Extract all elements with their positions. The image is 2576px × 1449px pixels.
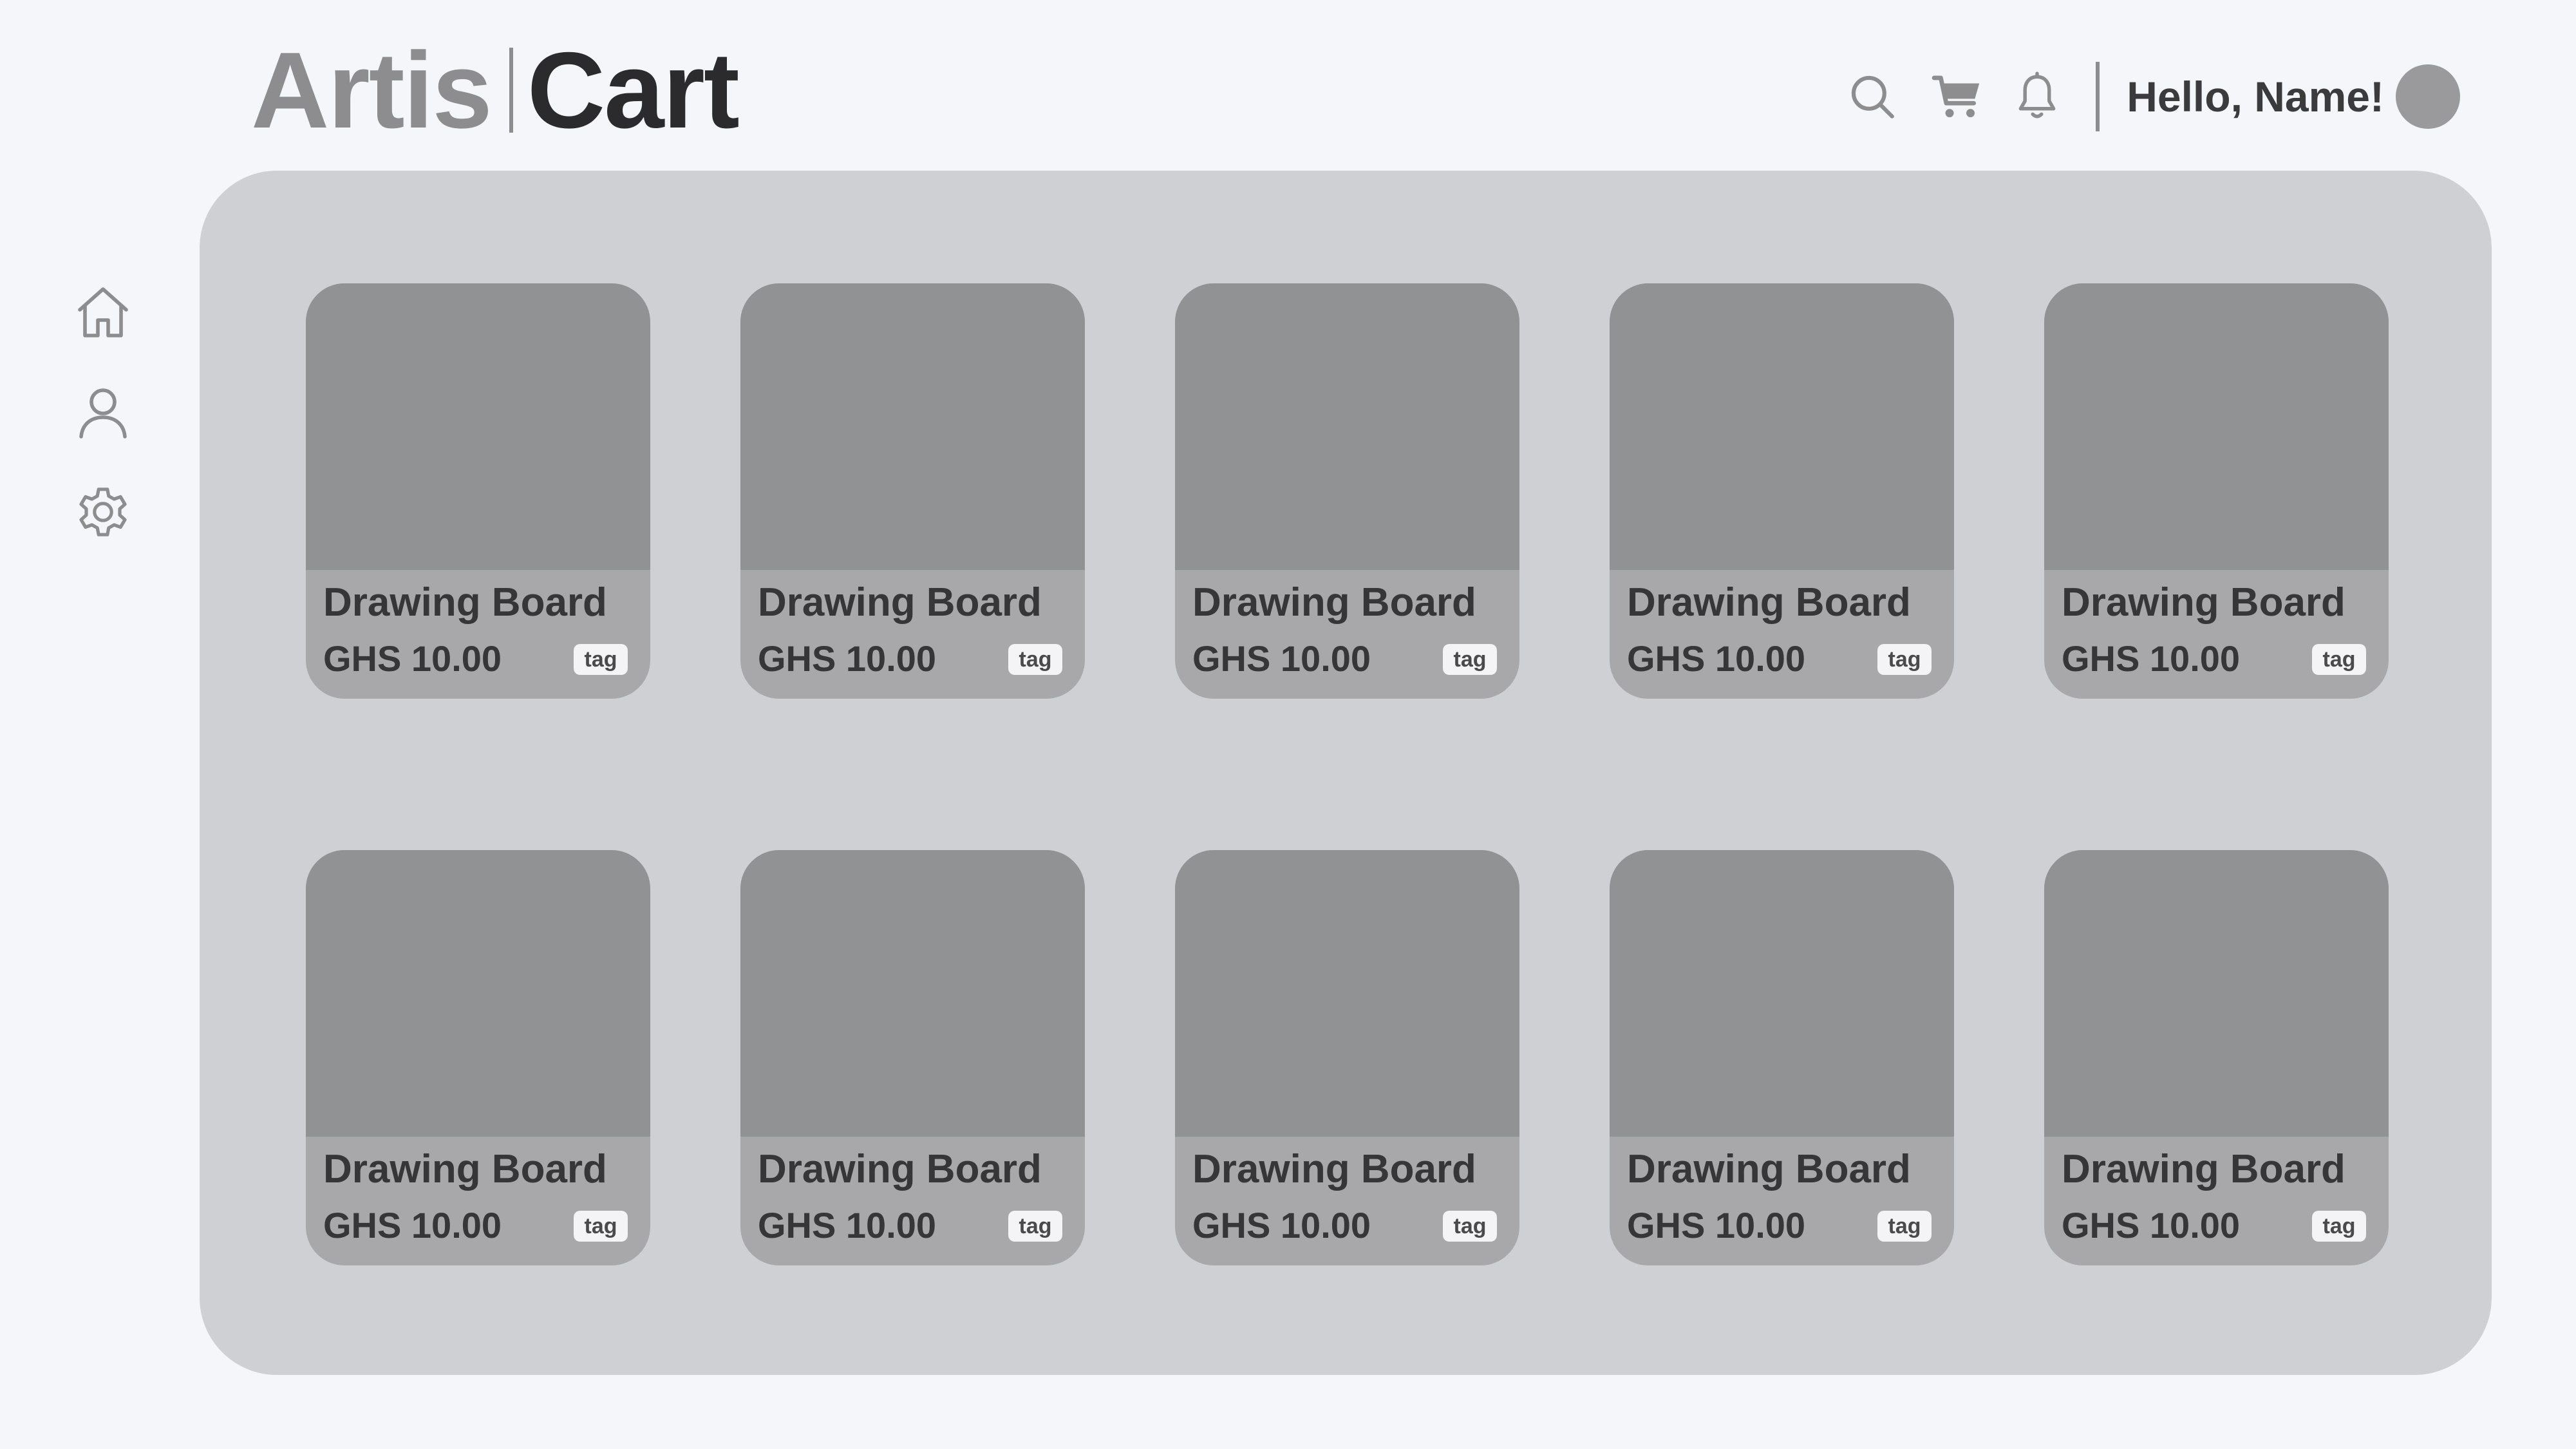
product-card[interactable]: Drawing Board GHS 10.00 tag xyxy=(1175,850,1519,1265)
product-title: Drawing Board xyxy=(758,1147,1042,1191)
product-tag: tag xyxy=(1877,644,1932,675)
product-price: GHS 10.00 xyxy=(2062,638,2241,679)
product-card[interactable]: Drawing Board GHS 10.00 tag xyxy=(2044,283,2389,699)
product-image xyxy=(2044,283,2389,570)
gear-icon xyxy=(72,481,134,543)
product-title: Drawing Board xyxy=(1627,1147,1911,1191)
product-panel: Drawing Board GHS 10.00 tag Drawing Boar… xyxy=(200,171,2492,1375)
product-tag: tag xyxy=(1008,1211,1062,1242)
product-tag: tag xyxy=(2312,1211,2366,1242)
product-card[interactable]: Drawing Board GHS 10.00 tag xyxy=(740,283,1085,699)
sidebar-item-profile[interactable] xyxy=(71,380,135,444)
search-icon[interactable] xyxy=(1846,70,1899,123)
product-price: GHS 10.00 xyxy=(323,1205,502,1245)
product-price: GHS 10.00 xyxy=(1627,638,1806,679)
product-tag: tag xyxy=(1877,1211,1932,1242)
product-card[interactable]: Drawing Board GHS 10.00 tag xyxy=(740,850,1085,1265)
product-image xyxy=(2044,850,2389,1137)
logo-divider xyxy=(509,48,513,133)
product-price: GHS 10.00 xyxy=(1192,1205,1371,1245)
user-icon xyxy=(72,381,134,443)
app-logo[interactable]: Artis Cart xyxy=(251,30,740,151)
user-greeting: Hello, Name! xyxy=(2127,73,2384,120)
product-title: Drawing Board xyxy=(758,580,1042,625)
header-actions: Hello, Name! xyxy=(1846,61,2460,132)
product-image xyxy=(1175,283,1519,570)
product-card[interactable]: Drawing Board GHS 10.00 tag xyxy=(1610,850,1954,1265)
product-tag: tag xyxy=(574,1211,628,1242)
product-image xyxy=(1610,283,1954,570)
product-price: GHS 10.00 xyxy=(758,638,937,679)
logo-text-cart: Cart xyxy=(527,30,740,151)
product-tag: tag xyxy=(574,644,628,675)
product-card[interactable]: Drawing Board GHS 10.00 tag xyxy=(2044,850,2389,1265)
sidebar-item-home[interactable] xyxy=(71,280,135,345)
product-card[interactable]: Drawing Board GHS 10.00 tag xyxy=(1175,283,1519,699)
product-title: Drawing Board xyxy=(1627,580,1911,625)
sidebar-item-settings[interactable] xyxy=(71,480,135,544)
product-title: Drawing Board xyxy=(1192,580,1476,625)
product-image xyxy=(740,283,1085,570)
product-title: Drawing Board xyxy=(2062,580,2346,625)
product-title: Drawing Board xyxy=(323,1147,607,1191)
product-image xyxy=(1610,850,1954,1137)
product-title: Drawing Board xyxy=(2062,1147,2346,1191)
product-card[interactable]: Drawing Board GHS 10.00 tag xyxy=(306,850,650,1265)
product-title: Drawing Board xyxy=(323,580,607,625)
cart-icon[interactable] xyxy=(1931,70,1984,123)
product-price: GHS 10.00 xyxy=(2062,1205,2241,1245)
product-tag: tag xyxy=(1443,644,1497,675)
product-image xyxy=(740,850,1085,1137)
product-tag: tag xyxy=(1443,1211,1497,1242)
logo-text-artis: Artis xyxy=(251,30,493,151)
product-image xyxy=(1175,850,1519,1137)
product-image xyxy=(306,850,650,1137)
product-price: GHS 10.00 xyxy=(1192,638,1371,679)
product-card[interactable]: Drawing Board GHS 10.00 tag xyxy=(306,283,650,699)
product-price: GHS 10.00 xyxy=(758,1205,937,1245)
product-tag: tag xyxy=(1008,644,1062,675)
header-divider xyxy=(2096,62,2100,131)
product-price: GHS 10.00 xyxy=(323,638,502,679)
home-icon xyxy=(72,281,134,343)
product-image xyxy=(306,283,650,570)
bell-icon[interactable] xyxy=(2011,70,2064,123)
product-price: GHS 10.00 xyxy=(1627,1205,1806,1245)
product-card[interactable]: Drawing Board GHS 10.00 tag xyxy=(1610,283,1954,699)
product-title: Drawing Board xyxy=(1192,1147,1476,1191)
sidebar xyxy=(71,280,135,580)
avatar[interactable] xyxy=(2396,64,2460,129)
product-tag: tag xyxy=(2312,644,2366,675)
product-grid: Drawing Board GHS 10.00 tag Drawing Boar… xyxy=(306,283,2389,1265)
